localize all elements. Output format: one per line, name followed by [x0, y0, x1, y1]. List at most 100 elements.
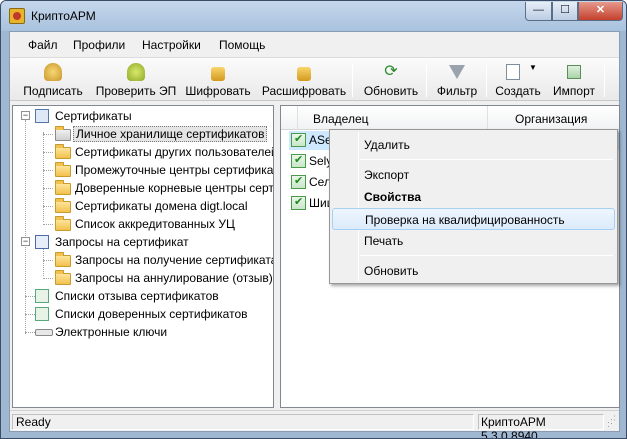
import-button[interactable]: Импорт — [546, 60, 602, 100]
verify-signature-button[interactable]: Проверить ЭП — [90, 60, 182, 100]
menu-item-properties[interactable]: Свойства — [332, 186, 615, 208]
close-button[interactable]: ✕ — [578, 2, 623, 21]
version-text: КриптоАРМ 5.3.0.8940 — [478, 414, 604, 438]
unlock-icon — [297, 67, 311, 81]
menu-help[interactable]: Помощь — [219, 38, 265, 52]
verify-label: Проверить ЭП — [95, 84, 177, 98]
tree-label: Личное хранилище сертификатов — [73, 126, 268, 142]
menu-settings[interactable]: Настройки — [142, 38, 201, 52]
tree-guide — [25, 332, 35, 333]
create-label: Создать — [495, 84, 541, 98]
tree-node-keys[interactable]: Электронные ключи — [13, 323, 273, 341]
tree-node-domain[interactable]: Сертификаты домена digt.local — [13, 197, 273, 215]
certificate-tree[interactable]: − Сертификаты Личное хранилище сертифика… — [12, 105, 274, 408]
collapse-icon[interactable]: − — [21, 237, 30, 246]
decrypt-button[interactable]: Расшифровать — [260, 60, 348, 100]
tree-guide — [43, 260, 53, 261]
decrypt-label: Расшифровать — [261, 84, 347, 98]
tree-label: Запросы на получение сертификата — [75, 253, 274, 267]
requests-icon — [35, 235, 49, 249]
tree-node-personal-store[interactable]: Личное хранилище сертификатов — [13, 125, 273, 143]
tree-guide — [43, 206, 53, 207]
menu-item-delete[interactable]: Удалить — [332, 134, 615, 156]
column-organization[interactable]: Организация — [515, 112, 587, 126]
create-button[interactable]: ▼ Создать — [492, 60, 544, 100]
open-folder-icon — [55, 126, 71, 141]
maximize-button[interactable]: ☐ — [552, 2, 578, 21]
collapse-icon[interactable]: − — [21, 111, 30, 120]
menu-item-label: Удалить — [364, 138, 410, 152]
menu-item-qualification-check[interactable]: Проверка на квалифицированность — [332, 208, 615, 230]
menu-item-export[interactable]: Экспорт — [332, 164, 615, 186]
tree-guide — [25, 314, 35, 315]
cell-organization: C — [619, 133, 620, 147]
filter-button[interactable]: Фильтр — [432, 60, 482, 100]
toolbar-separator — [604, 63, 605, 97]
tree-label: Списки доверенных сертификатов — [55, 307, 248, 321]
tree-label: Сертификаты домена digt.local — [75, 199, 248, 213]
tree-guide — [43, 224, 53, 225]
tree-node-accredited[interactable]: Список аккредитованных УЦ — [13, 215, 273, 233]
window-title: КриптоАРМ — [31, 9, 96, 23]
column-divider[interactable] — [297, 106, 298, 130]
tree-node-crl[interactable]: Списки отзыва сертификатов — [13, 287, 273, 305]
tree-node-trusted-root[interactable]: Доверенные корневые центры сертификации — [13, 179, 273, 197]
column-owner[interactable]: Владелец — [313, 112, 369, 126]
menu-item-label: Обновить — [364, 264, 419, 278]
refresh-button[interactable]: ⟳ Обновить — [360, 60, 422, 100]
menu-file[interactable]: Файл — [28, 38, 58, 52]
tree-node-certificates[interactable]: − Сертификаты — [13, 107, 273, 125]
sign-pen-icon — [44, 63, 62, 81]
minimize-button[interactable]: — — [525, 2, 552, 21]
toolbar-separator — [486, 63, 487, 97]
resize-grip-icon[interactable]: ⋰ ⋰ — [607, 415, 617, 429]
tree-node-ctl[interactable]: Списки доверенных сертификатов — [13, 305, 273, 323]
folder-icon — [55, 198, 71, 213]
folder-icon — [55, 162, 71, 177]
status-bar: Ready КриптоАРМ 5.3.0.8940 ⋰ ⋰ — [10, 410, 619, 438]
status-text: Ready — [12, 414, 474, 430]
menu-item-label: Свойства — [364, 190, 422, 204]
tree-guide — [43, 188, 53, 189]
tree-label: Запросы на аннулирование (отзыв) — [75, 271, 273, 285]
main-window: КриптоАРМ — ☐ ✕ Файл Профили Настройки П… — [0, 0, 627, 439]
certificates-icon — [35, 109, 49, 123]
tree-label: Сертификаты других пользователей — [75, 145, 274, 159]
valid-certificate-icon — [291, 174, 306, 189]
tree-node-req-revoke[interactable]: Запросы на аннулирование (отзыв) — [13, 269, 273, 287]
app-logo-icon — [9, 8, 25, 24]
tree-guide — [43, 278, 53, 279]
tree-label: Доверенные корневые центры сертификации — [75, 181, 274, 195]
menu-item-refresh[interactable]: Обновить — [332, 260, 615, 282]
tree-label: Списки отзыва сертификатов — [55, 289, 219, 303]
menu-item-print[interactable]: Печать — [332, 230, 615, 252]
tree-node-other-users[interactable]: Сертификаты других пользователей — [13, 143, 273, 161]
tree-label: Запросы на сертификат — [55, 235, 189, 249]
ctl-list-icon — [35, 307, 49, 321]
crl-list-icon — [35, 289, 49, 303]
valid-certificate-icon — [291, 153, 306, 168]
valid-certificate-icon — [291, 132, 306, 147]
toolbar-separator — [352, 63, 353, 97]
menu-separator — [360, 159, 613, 160]
sign-button[interactable]: Подписать — [20, 60, 86, 100]
tree-node-intermediate[interactable]: Промежуточные центры сертификации — [13, 161, 273, 179]
tree-node-requests[interactable]: − Запросы на сертификат — [13, 233, 273, 251]
tree-guide — [43, 152, 53, 153]
folder-icon — [55, 252, 71, 267]
tree-label: Промежуточные центры сертификации — [75, 163, 274, 177]
column-divider[interactable] — [487, 106, 488, 130]
encrypt-label: Шифровать — [185, 84, 251, 98]
toolbar-separator — [426, 63, 427, 97]
encrypt-button[interactable]: Шифровать — [180, 60, 256, 100]
menu-item-label: Проверка на квалифицированность — [365, 213, 565, 227]
folder-icon — [55, 216, 71, 231]
menu-profiles[interactable]: Профили — [73, 38, 125, 52]
cell-organization: S — [619, 154, 620, 168]
sign-label: Подписать — [23, 84, 83, 98]
context-menu: Удалить Экспорт Свойства Проверка на ква… — [329, 129, 618, 284]
lock-icon — [211, 67, 225, 81]
list-header: Владелец Организация — [281, 106, 619, 130]
cell-organization: С — [619, 175, 620, 189]
tree-node-req-issue[interactable]: Запросы на получение сертификата — [13, 251, 273, 269]
